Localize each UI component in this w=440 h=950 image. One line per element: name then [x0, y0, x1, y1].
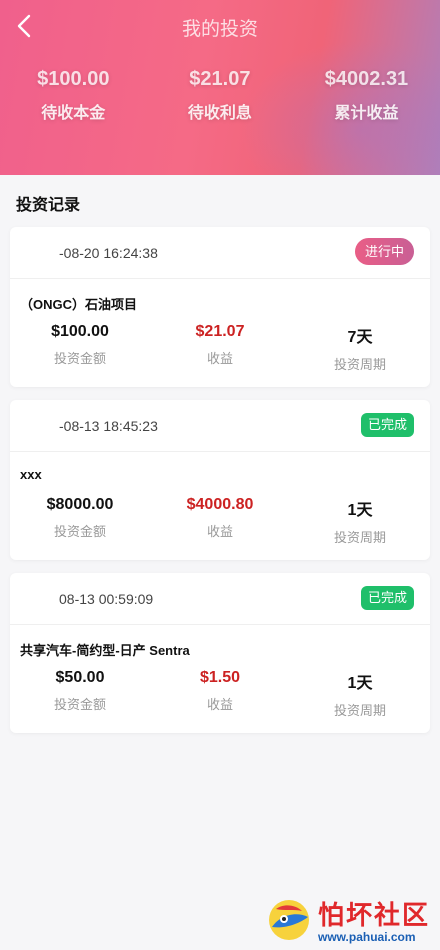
metric-value: 7天	[347, 329, 373, 346]
metric-period: 1天 投资周期	[290, 669, 430, 719]
metric-amount: $50.00 投资金额	[10, 669, 150, 719]
record-metrics: $50.00 投资金额 $1.50 收益 1天 投资周期	[10, 669, 430, 733]
metric-value: 1天	[347, 502, 373, 519]
stat-pending-interest: $21.07 待收利息	[147, 68, 294, 123]
metric-profit: $21.07 收益	[150, 323, 290, 373]
stat-value: $21.07	[189, 68, 251, 90]
record-time: 08-13 00:59:09	[59, 591, 154, 607]
metric-label: 收益	[206, 697, 233, 712]
project-name: （ONGC）石油项目	[20, 297, 138, 312]
metric-period: 7天 投资周期	[290, 323, 430, 373]
metric-label: 投资金额	[53, 697, 106, 712]
metric-profit: $4000.80 收益	[150, 496, 290, 546]
stat-label: 待收本金	[41, 105, 106, 122]
metric-period: 1天 投资周期	[290, 496, 430, 546]
site-watermark: 怕坏社区 www.pahuai.com	[266, 895, 430, 944]
investment-record-list: -08-20 16:24:38 进行中 （ONGC）石油项目 $100.00 投…	[10, 227, 430, 746]
project-name: xxx	[20, 467, 42, 482]
investment-record-card[interactable]: -08-20 16:24:38 进行中 （ONGC）石油项目 $100.00 投…	[10, 227, 430, 387]
watermark-logo-icon	[268, 899, 309, 940]
watermark-url: www.pahuai.com	[317, 930, 416, 944]
metric-label: 收益	[206, 524, 233, 539]
stat-label: 累计收益	[334, 105, 399, 122]
section-title: 投资记录	[16, 197, 81, 214]
metric-value: $4000.80	[186, 496, 254, 513]
metric-value: $8000.00	[46, 496, 114, 513]
stat-total-income: $4002.31 累计收益	[293, 68, 440, 123]
watermark-text: 怕坏社区 www.pahuai.com	[318, 895, 430, 944]
metric-value: 1天	[347, 675, 373, 692]
metric-label: 投资周期	[333, 357, 386, 372]
metric-label: 投资周期	[333, 703, 386, 718]
status-badge: 已完成	[360, 586, 414, 610]
metric-label: 投资金额	[53, 351, 106, 366]
card-header: -08-20 16:24:38 进行中	[10, 227, 430, 279]
metric-value: $21.07	[195, 323, 245, 340]
metric-label: 投资金额	[53, 524, 106, 539]
metric-profit: $1.50 收益	[150, 669, 290, 719]
investment-record-card[interactable]: 08-13 00:59:09 已完成 共享汽车-简约型-日产 Sentra $5…	[10, 573, 430, 733]
watermark-title: 怕坏社区	[317, 901, 430, 931]
record-time: -08-13 18:45:23	[59, 418, 158, 434]
page-title: 我的投资	[181, 19, 258, 40]
stat-label: 待收利息	[187, 105, 252, 122]
project-name: 共享汽车-简约型-日产 Sentra	[20, 643, 190, 658]
investment-record-card[interactable]: -08-13 18:45:23 已完成 xxx $8000.00 投资金额 $4…	[10, 400, 430, 560]
stat-value: $100.00	[37, 68, 110, 90]
card-header: 08-13 00:59:09 已完成	[10, 573, 430, 625]
metric-value: $100.00	[51, 323, 109, 340]
metric-label: 收益	[206, 351, 233, 366]
metric-value: $50.00	[55, 669, 105, 686]
record-metrics: $8000.00 投资金额 $4000.80 收益 1天 投资周期	[10, 496, 430, 560]
status-badge: 进行中	[354, 238, 414, 265]
stat-pending-principal: $100.00 待收本金	[0, 68, 147, 123]
record-metrics: $100.00 投资金额 $21.07 收益 7天 投资周期	[10, 323, 430, 387]
metric-amount: $8000.00 投资金额	[10, 496, 150, 546]
metric-label: 投资周期	[333, 530, 386, 545]
header-banner: 我的投资 $100.00 待收本金 $21.07 待收利息 $4002.31 累…	[0, 0, 440, 175]
stat-value: $4002.31	[324, 68, 409, 90]
record-time: -08-20 16:24:38	[59, 245, 158, 261]
card-header: -08-13 18:45:23 已完成	[10, 400, 430, 452]
summary-stats: $100.00 待收本金 $21.07 待收利息 $4002.31 累计收益	[0, 68, 440, 123]
metric-value: $1.50	[199, 669, 241, 686]
status-badge: 已完成	[360, 413, 414, 437]
metric-amount: $100.00 投资金额	[10, 323, 150, 373]
